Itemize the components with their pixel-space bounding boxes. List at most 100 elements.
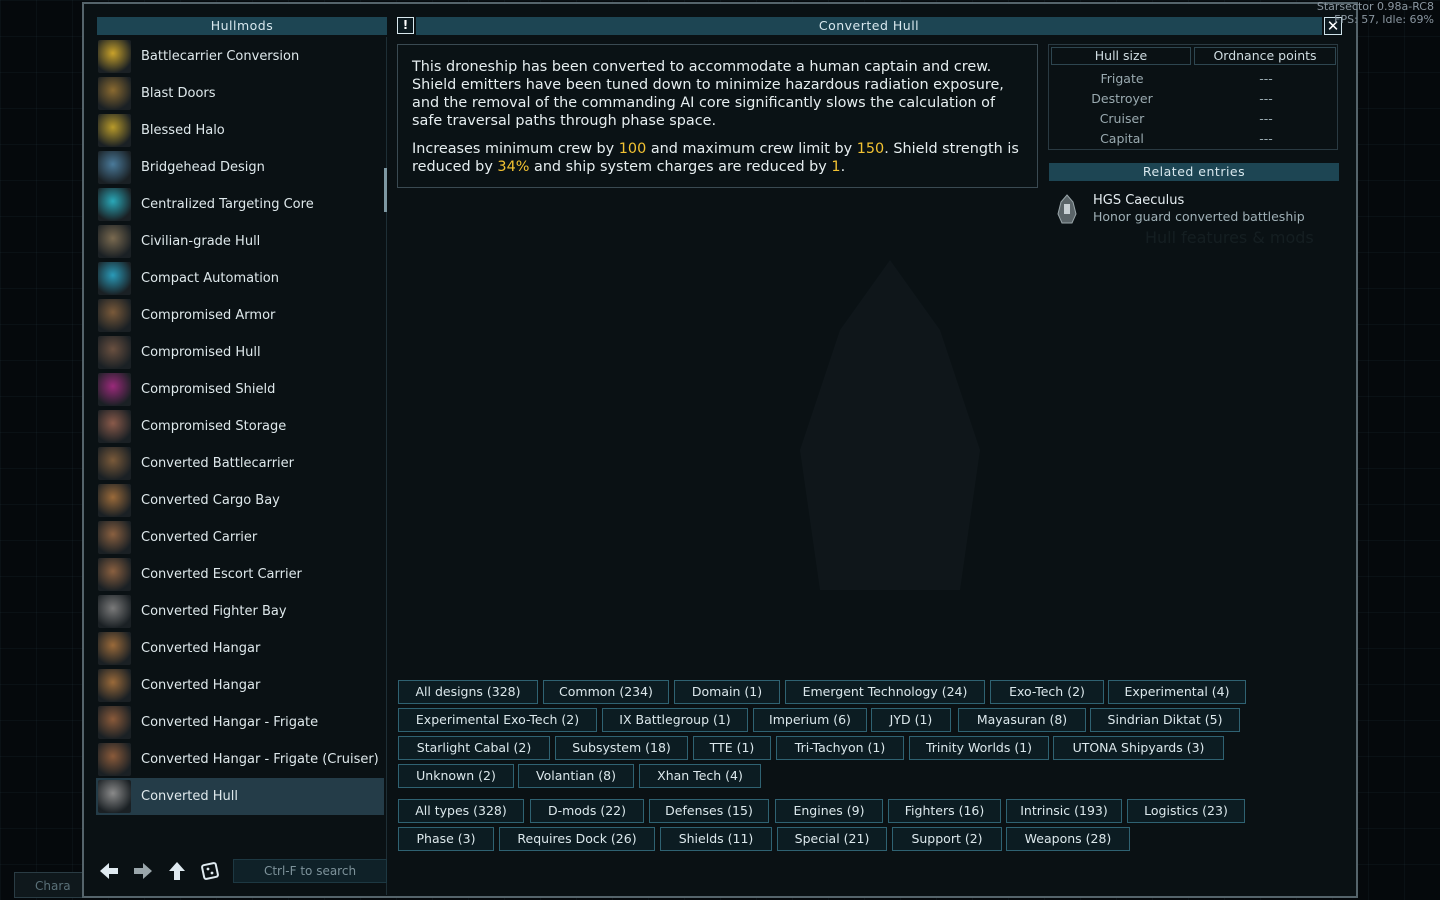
type-filter-button[interactable]: Engines (9) [775, 799, 883, 823]
list-item-hullmod[interactable]: Converted Cargo Bay [96, 482, 384, 519]
list-item-label: Converted Hangar [141, 678, 261, 693]
related-entry-hgs-caeculus[interactable]: HGS Caeculus Honor guard converted battl… [1050, 190, 1338, 230]
design-filter-button[interactable]: Common (234) [543, 680, 669, 704]
charges-value: 1 [831, 159, 841, 175]
type-filter-button[interactable]: Phase (3) [398, 827, 494, 851]
hullmod-list[interactable]: Battlecarrier Conversion Blast Doors Bless… [96, 37, 384, 845]
type-filter-button[interactable]: D-mods (22) [530, 799, 644, 823]
civilian-hull-icon [98, 225, 131, 258]
list-item-hullmod[interactable]: Converted Carrier [96, 519, 384, 556]
list-item-hullmod[interactable]: Converted Hangar - Frigate (Cruiser) [96, 741, 384, 778]
character-tab[interactable]: Chara [14, 872, 84, 898]
list-item-hullmod[interactable]: Converted Fighter Bay [96, 593, 384, 630]
list-item-hullmod[interactable]: Converted Hangar - Frigate [96, 704, 384, 741]
related-entries-header: Related entries [1049, 163, 1339, 181]
search-input[interactable]: Ctrl-F to search [233, 859, 387, 883]
list-item-hullmod[interactable]: Blessed Halo [96, 112, 384, 149]
type-filter-button[interactable]: Logistics (23) [1127, 799, 1245, 823]
list-item-hullmod[interactable]: Compromised Shield [96, 371, 384, 408]
list-item-hullmod[interactable]: Bridgehead Design [96, 149, 384, 186]
hull-size-table: Hull size Ordnance points Frigate --- Des… [1048, 44, 1338, 150]
design-filter-button[interactable]: TTE (1) [693, 736, 771, 760]
design-filter-button[interactable]: Domain (1) [674, 680, 780, 704]
design-filter-button[interactable]: Experimental (4) [1108, 680, 1246, 704]
design-filter-button[interactable]: Subsystem (18) [555, 736, 688, 760]
back-arrow-icon[interactable] [98, 860, 120, 882]
hull-row: Capital --- [1100, 131, 1273, 146]
list-item-label: Compromised Armor [141, 308, 276, 323]
halo-icon [98, 114, 131, 147]
list-item-hullmod[interactable]: Battlecarrier Conversion [96, 38, 384, 75]
list-item-hullmod[interactable]: Centralized Targeting Core [96, 186, 384, 223]
design-filter-button[interactable]: Trinity Worlds (1) [909, 736, 1049, 760]
compromised-hull-icon [98, 336, 131, 369]
design-filter-button[interactable]: Imperium (6) [753, 708, 867, 732]
list-item-hullmod[interactable]: Compromised Armor [96, 297, 384, 334]
list-scrollbar[interactable] [384, 168, 387, 212]
random-dice-icon[interactable] [200, 860, 222, 882]
list-item-label: Converted Hangar - Frigate (Cruiser) [141, 752, 379, 767]
automation-icon [98, 262, 131, 295]
type-filter-button[interactable]: Support (2) [892, 827, 1002, 851]
hangar-frigate-icon [98, 706, 131, 739]
hull-row: Frigate --- [1100, 71, 1273, 86]
hangar-icon [98, 632, 131, 665]
hull-row: Destroyer --- [1091, 91, 1273, 106]
type-filter-button[interactable]: Fighters (16) [888, 799, 1001, 823]
related-entry-subtitle: Honor guard converted battleship [1093, 209, 1305, 224]
design-filter-button[interactable]: IX Battlegroup (1) [602, 708, 748, 732]
design-filter-button[interactable]: Volantian (8) [518, 764, 634, 788]
battlecarrier-icon [98, 40, 131, 73]
max-crew-value: 150 [856, 141, 885, 157]
design-filter-button[interactable]: Tri-Tachyon (1) [776, 736, 904, 760]
type-filter-button[interactable]: All types (328) [398, 799, 524, 823]
list-item-hullmod[interactable]: Converted Hull [96, 778, 384, 815]
design-filter-button[interactable]: Sindrian Diktat (5) [1090, 708, 1240, 732]
compromised-shield-icon [98, 373, 131, 406]
forward-arrow-icon[interactable] [132, 860, 154, 882]
list-item-hullmod[interactable]: Converted Escort Carrier [96, 556, 384, 593]
list-item-label: Compromised Shield [141, 382, 276, 397]
list-item-label: Blast Doors [141, 86, 216, 101]
design-filter-button[interactable]: Exo-Tech (2) [990, 680, 1104, 704]
description-text: This droneship has been converted to acc… [412, 59, 1004, 129]
type-filter-button[interactable]: Weapons (28) [1006, 827, 1130, 851]
type-filter-button[interactable]: Special (21) [777, 827, 887, 851]
design-filter-button[interactable]: Mayasuran (8) [958, 708, 1086, 732]
list-divider [386, 37, 387, 895]
design-filter-button[interactable]: UTONA Shipyards (3) [1053, 736, 1224, 760]
up-arrow-icon[interactable] [166, 860, 188, 882]
hangar-icon [98, 669, 131, 702]
list-item-label: Blessed Halo [141, 123, 225, 138]
type-filter-button[interactable]: Requires Dock (26) [499, 827, 655, 851]
list-item-hullmod[interactable]: Compromised Hull [96, 334, 384, 371]
warning-icon: ! [397, 17, 414, 34]
design-filter-button[interactable]: Xhan Tech (4) [639, 764, 761, 788]
type-filter-button[interactable]: Shields (11) [660, 827, 772, 851]
detail-title: Converted Hull [416, 17, 1322, 35]
list-item-label: Converted Hull [141, 789, 239, 804]
list-item-hullmod[interactable]: Compact Automation [96, 260, 384, 297]
design-filter-button[interactable]: JYD (1) [871, 708, 951, 732]
cargo-bay-icon [98, 484, 131, 517]
list-item-hullmod[interactable]: Civilian-grade Hull [96, 223, 384, 260]
design-filter-button[interactable]: Experimental Exo-Tech (2) [398, 708, 597, 732]
list-item-hullmod[interactable]: Compromised Storage [96, 408, 384, 445]
hullmods-header: Hullmods [97, 17, 387, 35]
converted-battlecarrier-icon [98, 447, 131, 480]
compromised-armor-icon [98, 299, 131, 332]
converted-carrier-icon [98, 521, 131, 554]
type-filter-button[interactable]: Defenses (15) [649, 799, 769, 823]
type-filter-button[interactable]: Intrinsic (193) [1006, 799, 1122, 823]
list-item-hullmod[interactable]: Blast Doors [96, 75, 384, 112]
list-item-hullmod[interactable]: Converted Hangar [96, 667, 384, 704]
list-item-label: Converted Hangar [141, 641, 261, 656]
list-item-hullmod[interactable]: Converted Battlecarrier [96, 445, 384, 482]
design-filter-button[interactable]: All designs (328) [398, 680, 538, 704]
design-filter-button[interactable]: Starlight Cabal (2) [398, 736, 550, 760]
design-filter-button[interactable]: Emergent Technology (24) [785, 680, 985, 704]
fps-label: FPS: 57, Idle: 69% [1334, 13, 1434, 26]
list-item-hullmod[interactable]: Converted Hangar [96, 630, 384, 667]
design-filter-button[interactable]: Unknown (2) [398, 764, 514, 788]
list-item-label: Converted Escort Carrier [141, 567, 302, 582]
